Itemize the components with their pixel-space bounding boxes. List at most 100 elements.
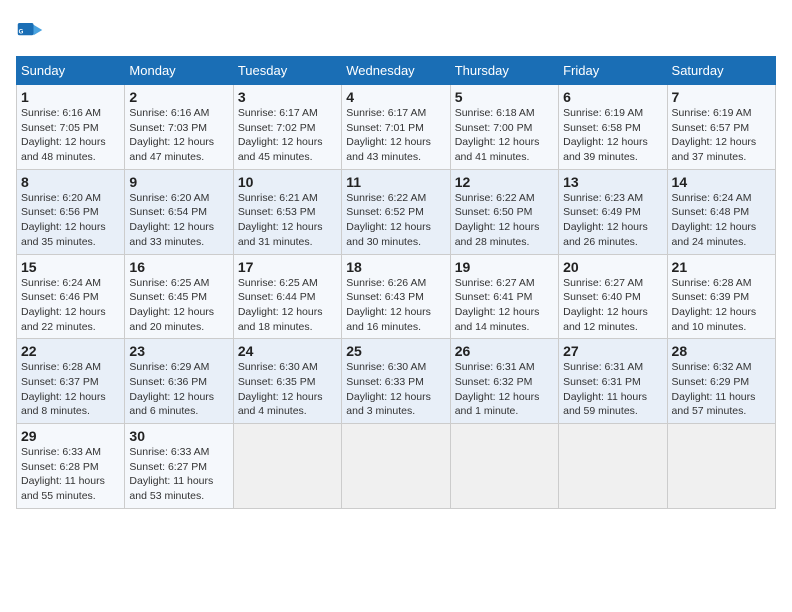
daylight-label: Daylight: 11 hours and 57 minutes. bbox=[672, 391, 756, 418]
day-info: Sunrise: 6:33 AM Sunset: 6:28 PM Dayligh… bbox=[21, 445, 120, 504]
calendar-day bbox=[450, 424, 558, 509]
sunset-label: Sunset: 6:45 PM bbox=[129, 291, 207, 303]
calendar-day: 21 Sunrise: 6:28 AM Sunset: 6:39 PM Dayl… bbox=[667, 254, 775, 339]
day-number: 22 bbox=[21, 343, 120, 359]
calendar-week-2: 8 Sunrise: 6:20 AM Sunset: 6:56 PM Dayli… bbox=[17, 169, 776, 254]
day-number: 30 bbox=[129, 428, 228, 444]
day-info: Sunrise: 6:16 AM Sunset: 7:03 PM Dayligh… bbox=[129, 106, 228, 165]
day-number: 20 bbox=[563, 259, 662, 275]
daylight-label: Daylight: 12 hours and 22 minutes. bbox=[21, 306, 106, 333]
day-number: 5 bbox=[455, 89, 554, 105]
sunset-label: Sunset: 6:52 PM bbox=[346, 206, 424, 218]
sunrise-label: Sunrise: 6:25 AM bbox=[238, 277, 318, 289]
sunset-label: Sunset: 7:02 PM bbox=[238, 122, 316, 134]
calendar-day: 25 Sunrise: 6:30 AM Sunset: 6:33 PM Dayl… bbox=[342, 339, 450, 424]
calendar-body: 1 Sunrise: 6:16 AM Sunset: 7:05 PM Dayli… bbox=[17, 85, 776, 509]
sunset-label: Sunset: 6:50 PM bbox=[455, 206, 533, 218]
day-info: Sunrise: 6:17 AM Sunset: 7:02 PM Dayligh… bbox=[238, 106, 337, 165]
sunset-label: Sunset: 6:49 PM bbox=[563, 206, 641, 218]
day-header-tuesday: Tuesday bbox=[233, 57, 341, 85]
day-number: 13 bbox=[563, 174, 662, 190]
calendar-day: 11 Sunrise: 6:22 AM Sunset: 6:52 PM Dayl… bbox=[342, 169, 450, 254]
sunset-label: Sunset: 6:28 PM bbox=[21, 461, 99, 473]
sunrise-label: Sunrise: 6:19 AM bbox=[672, 107, 752, 119]
day-info: Sunrise: 6:23 AM Sunset: 6:49 PM Dayligh… bbox=[563, 191, 662, 250]
calendar-day: 2 Sunrise: 6:16 AM Sunset: 7:03 PM Dayli… bbox=[125, 85, 233, 170]
calendar-day bbox=[233, 424, 341, 509]
day-number: 18 bbox=[346, 259, 445, 275]
day-info: Sunrise: 6:24 AM Sunset: 6:48 PM Dayligh… bbox=[672, 191, 771, 250]
daylight-label: Daylight: 11 hours and 59 minutes. bbox=[563, 391, 647, 418]
day-header-thursday: Thursday bbox=[450, 57, 558, 85]
day-info: Sunrise: 6:28 AM Sunset: 6:37 PM Dayligh… bbox=[21, 360, 120, 419]
sunset-label: Sunset: 6:54 PM bbox=[129, 206, 207, 218]
sunset-label: Sunset: 6:40 PM bbox=[563, 291, 641, 303]
sunset-label: Sunset: 7:00 PM bbox=[455, 122, 533, 134]
day-number: 10 bbox=[238, 174, 337, 190]
calendar-week-3: 15 Sunrise: 6:24 AM Sunset: 6:46 PM Dayl… bbox=[17, 254, 776, 339]
calendar-day bbox=[559, 424, 667, 509]
sunset-label: Sunset: 6:48 PM bbox=[672, 206, 750, 218]
calendar-day: 10 Sunrise: 6:21 AM Sunset: 6:53 PM Dayl… bbox=[233, 169, 341, 254]
day-number: 14 bbox=[672, 174, 771, 190]
calendar-week-1: 1 Sunrise: 6:16 AM Sunset: 7:05 PM Dayli… bbox=[17, 85, 776, 170]
calendar-day: 12 Sunrise: 6:22 AM Sunset: 6:50 PM Dayl… bbox=[450, 169, 558, 254]
sunset-label: Sunset: 7:01 PM bbox=[346, 122, 424, 134]
daylight-label: Daylight: 12 hours and 39 minutes. bbox=[563, 136, 648, 163]
day-number: 29 bbox=[21, 428, 120, 444]
daylight-label: Daylight: 12 hours and 24 minutes. bbox=[672, 221, 757, 248]
sunset-label: Sunset: 6:57 PM bbox=[672, 122, 750, 134]
sunset-label: Sunset: 7:05 PM bbox=[21, 122, 99, 134]
calendar-day: 9 Sunrise: 6:20 AM Sunset: 6:54 PM Dayli… bbox=[125, 169, 233, 254]
day-number: 11 bbox=[346, 174, 445, 190]
daylight-label: Daylight: 12 hours and 12 minutes. bbox=[563, 306, 648, 333]
day-header-sunday: Sunday bbox=[17, 57, 125, 85]
day-info: Sunrise: 6:19 AM Sunset: 6:58 PM Dayligh… bbox=[563, 106, 662, 165]
sunrise-label: Sunrise: 6:30 AM bbox=[238, 361, 318, 373]
calendar-header-row: SundayMondayTuesdayWednesdayThursdayFrid… bbox=[17, 57, 776, 85]
daylight-label: Daylight: 12 hours and 14 minutes. bbox=[455, 306, 540, 333]
day-number: 19 bbox=[455, 259, 554, 275]
day-number: 25 bbox=[346, 343, 445, 359]
calendar-day: 14 Sunrise: 6:24 AM Sunset: 6:48 PM Dayl… bbox=[667, 169, 775, 254]
sunrise-label: Sunrise: 6:28 AM bbox=[21, 361, 101, 373]
day-number: 2 bbox=[129, 89, 228, 105]
day-info: Sunrise: 6:18 AM Sunset: 7:00 PM Dayligh… bbox=[455, 106, 554, 165]
sunset-label: Sunset: 6:41 PM bbox=[455, 291, 533, 303]
calendar-day: 28 Sunrise: 6:32 AM Sunset: 6:29 PM Dayl… bbox=[667, 339, 775, 424]
sunrise-label: Sunrise: 6:17 AM bbox=[238, 107, 318, 119]
sunrise-label: Sunrise: 6:27 AM bbox=[563, 277, 643, 289]
daylight-label: Daylight: 12 hours and 16 minutes. bbox=[346, 306, 431, 333]
calendar-day: 20 Sunrise: 6:27 AM Sunset: 6:40 PM Dayl… bbox=[559, 254, 667, 339]
calendar-day: 6 Sunrise: 6:19 AM Sunset: 6:58 PM Dayli… bbox=[559, 85, 667, 170]
day-number: 17 bbox=[238, 259, 337, 275]
calendar-day: 27 Sunrise: 6:31 AM Sunset: 6:31 PM Dayl… bbox=[559, 339, 667, 424]
day-number: 8 bbox=[21, 174, 120, 190]
day-number: 6 bbox=[563, 89, 662, 105]
sunset-label: Sunset: 6:39 PM bbox=[672, 291, 750, 303]
calendar-day: 22 Sunrise: 6:28 AM Sunset: 6:37 PM Dayl… bbox=[17, 339, 125, 424]
sunset-label: Sunset: 6:27 PM bbox=[129, 461, 207, 473]
day-info: Sunrise: 6:31 AM Sunset: 6:31 PM Dayligh… bbox=[563, 360, 662, 419]
day-info: Sunrise: 6:30 AM Sunset: 6:33 PM Dayligh… bbox=[346, 360, 445, 419]
calendar-day: 5 Sunrise: 6:18 AM Sunset: 7:00 PM Dayli… bbox=[450, 85, 558, 170]
daylight-label: Daylight: 12 hours and 28 minutes. bbox=[455, 221, 540, 248]
sunset-label: Sunset: 7:03 PM bbox=[129, 122, 207, 134]
sunrise-label: Sunrise: 6:24 AM bbox=[672, 192, 752, 204]
day-info: Sunrise: 6:31 AM Sunset: 6:32 PM Dayligh… bbox=[455, 360, 554, 419]
calendar-day: 3 Sunrise: 6:17 AM Sunset: 7:02 PM Dayli… bbox=[233, 85, 341, 170]
sunrise-label: Sunrise: 6:30 AM bbox=[346, 361, 426, 373]
calendar-header: G bbox=[16, 16, 776, 44]
day-info: Sunrise: 6:27 AM Sunset: 6:41 PM Dayligh… bbox=[455, 276, 554, 335]
calendar-day: 30 Sunrise: 6:33 AM Sunset: 6:27 PM Dayl… bbox=[125, 424, 233, 509]
sunrise-label: Sunrise: 6:16 AM bbox=[21, 107, 101, 119]
day-number: 1 bbox=[21, 89, 120, 105]
calendar-day: 13 Sunrise: 6:23 AM Sunset: 6:49 PM Dayl… bbox=[559, 169, 667, 254]
daylight-label: Daylight: 12 hours and 6 minutes. bbox=[129, 391, 214, 418]
calendar-week-5: 29 Sunrise: 6:33 AM Sunset: 6:28 PM Dayl… bbox=[17, 424, 776, 509]
sunrise-label: Sunrise: 6:31 AM bbox=[455, 361, 535, 373]
sunset-label: Sunset: 6:35 PM bbox=[238, 376, 316, 388]
calendar-day: 8 Sunrise: 6:20 AM Sunset: 6:56 PM Dayli… bbox=[17, 169, 125, 254]
day-info: Sunrise: 6:21 AM Sunset: 6:53 PM Dayligh… bbox=[238, 191, 337, 250]
day-info: Sunrise: 6:19 AM Sunset: 6:57 PM Dayligh… bbox=[672, 106, 771, 165]
